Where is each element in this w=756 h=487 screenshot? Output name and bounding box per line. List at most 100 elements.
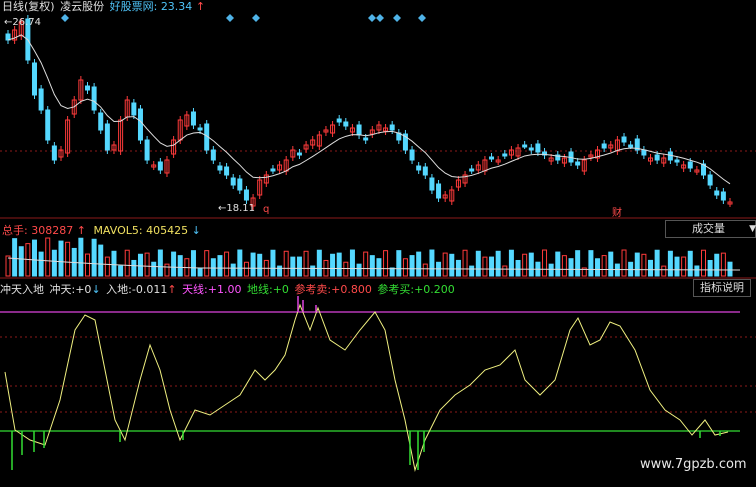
volume-bar [409,255,415,277]
chart-header: 日线(复权) 凌云股份 好股票网: 23.34 ↑ [2,0,205,14]
volume-bar [687,250,693,277]
volume-bar [197,267,203,277]
candle-body [356,124,362,136]
sell-label: 参考卖: [294,283,332,296]
volume-indicator-button[interactable]: 成交量 ▼ [665,220,756,238]
total-label: 总手: [2,224,28,237]
marker-cai: 财 [612,208,622,219]
volume-bar [171,251,177,277]
volume-bar [270,249,276,277]
volume-bar [91,238,97,277]
candle-body [296,152,302,156]
volume-bar [51,249,57,277]
source-label: 好股票网: [109,0,158,13]
candle-body [416,165,422,171]
volume-bar [45,237,51,277]
candle-body [528,147,534,151]
volume-bar [230,263,236,277]
buy-value: +0.200 [414,283,455,296]
buy-label: 参考买: [377,283,415,296]
volume-bar [449,253,455,277]
candle-body [389,124,395,131]
volume-bar [502,265,508,277]
candle-body [654,154,660,161]
volume-bar [383,250,389,277]
volume-bar [528,252,534,277]
tianxian-label: 天线: [182,283,208,296]
volume-bar [144,252,150,277]
rudi-arrow: ↑ [167,283,177,296]
candle-body [422,166,428,176]
total-value: 308287 [31,224,74,237]
volume-bar [674,256,680,277]
volume-bar [204,250,210,277]
candle-body [575,161,581,166]
volume-bar [667,250,673,277]
candle-body [84,85,90,91]
volume-bar [707,259,713,277]
candle-body [224,166,230,176]
event-diamond-icon [61,14,69,22]
event-diamond-icon [418,14,426,22]
volume-bar [104,256,110,277]
volume-bar [548,263,554,277]
event-diamond-icon [376,14,384,22]
event-diamond-icon [226,14,234,22]
candle-body [336,118,342,123]
total-arrow: ↑ [76,224,86,237]
low-price-label: ←18.11 [218,203,256,214]
volume-bar [151,261,157,277]
volume-bar [177,255,183,277]
volume-bar [727,261,733,277]
volume-bar [402,258,408,277]
volume-bar [720,252,726,277]
candle-body [230,177,236,186]
volume-bar [336,252,342,277]
volume-bar [31,239,37,277]
volume-bar [157,249,163,277]
chongtian-arrow: ↓ [91,283,101,296]
volume-bar [343,261,349,277]
volume-bar [111,250,117,277]
volume-bar [595,258,601,277]
volume-bar [84,253,90,277]
volume-bar [78,237,84,277]
volume-bar [714,253,720,277]
indicator-name[interactable]: 冲天入地 [0,283,44,296]
volume-bar [131,259,137,277]
volume-bar [58,240,64,277]
candle-body [674,159,680,163]
rudi-label: 入地: [106,283,132,296]
volume-bar [283,250,289,277]
volume-bar [257,253,263,277]
candle-body [641,149,647,156]
volume-bar [654,249,660,277]
volume-indicator-label: 成交量 [692,222,725,235]
volume-bar [190,250,196,277]
volume-bar [429,249,435,277]
volume-bar [277,265,283,277]
indicator-help-button[interactable]: 指标说明 [693,279,751,297]
volume-bar [38,251,44,277]
mavol-arrow: ↓ [191,224,201,237]
volume-bar [681,256,687,277]
volume-bar [250,252,256,277]
candle-body [217,165,223,171]
volume-bar [98,244,104,277]
mavol-label: MAVOL5: [93,224,143,237]
dixian-value: +0 [272,283,289,296]
volume-bar [575,250,581,277]
triangle-down-icon[interactable]: ▼ [749,222,756,236]
candle-body [131,102,137,116]
dixian-label: 地线: [247,283,273,296]
candle-body [707,174,713,186]
candle-body [237,178,243,191]
candle-body [687,161,693,169]
volume-bar [515,259,521,277]
volume-bar [694,265,700,277]
candle-body [157,161,163,171]
candle-body [601,143,607,149]
candle-body [210,149,216,161]
period-label[interactable]: 日线(复权) [2,0,55,13]
candle-body [535,143,541,153]
